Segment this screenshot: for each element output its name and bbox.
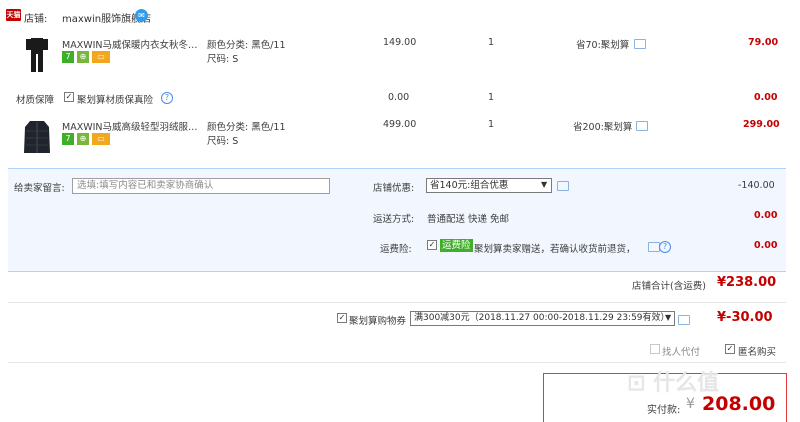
shipping-value: 普通配送 快递 免邮 xyxy=(427,214,510,225)
proxy-pay-checkbox[interactable] xyxy=(650,344,660,354)
service-badges: 7 ⊕ ▭ xyxy=(62,51,111,63)
chat-bubble-icon[interactable] xyxy=(634,39,646,49)
item-size: 尺码: S xyxy=(207,54,239,65)
insurance-row: 材质保障 ✓ 聚划算材质保真险 ? 0.00 1 0.00 xyxy=(8,88,786,108)
wangwang-chat-icon[interactable]: ✉ xyxy=(135,9,148,22)
insurance-qty: 1 xyxy=(488,92,495,103)
down-jacket-thumbnail[interactable] xyxy=(18,117,56,155)
item-price: 499.00 xyxy=(383,119,417,130)
insurance-checkbox[interactable]: ✓ xyxy=(64,92,74,102)
pay-currency: ¥ xyxy=(686,396,695,412)
coupon-amount: ¥-30.00 xyxy=(717,310,773,325)
seven-day-return-icon: 7 xyxy=(62,51,74,63)
service-badges: 7 ⊕ ▭ xyxy=(62,133,111,145)
freight-insurance-text: 聚划算卖家赠送，若确认收货前退货， xyxy=(474,244,636,255)
chat-bubble-icon[interactable] xyxy=(557,181,569,191)
item-size: 尺码: S xyxy=(207,136,239,147)
item-total: 79.00 xyxy=(748,37,779,48)
coupon-row: ✓ 聚划算购物券 满300减30元（2018.11.27 00:00-2018.… xyxy=(8,302,786,332)
anonymous-checkbox[interactable]: ✓ xyxy=(725,344,735,354)
shipping-amount: 0.00 xyxy=(754,210,778,221)
shop-discount-select[interactable]: 省140元:组合优惠 xyxy=(426,178,552,193)
shop-discount-value: 省140元:组合优惠 xyxy=(430,180,509,191)
help-icon[interactable]: ? xyxy=(659,241,671,253)
coupon-value: 满300减30元（2018.11.27 00:00-2018.11.29 23:… xyxy=(414,313,670,323)
shop-total-label: 店铺合计(含运费) xyxy=(632,281,706,292)
anonymous-label: 匿名购买 xyxy=(738,347,777,358)
freight-insurance-amount: 0.00 xyxy=(754,240,778,251)
credit-card-icon: ▭ xyxy=(92,51,111,63)
coupon-label: 聚划算购物券 xyxy=(349,316,407,327)
tmall-logo-icon: 天猫 xyxy=(6,9,21,21)
order-item-row: MAXWIN马威保暖内衣女秋冬薄... 7 ⊕ ▭ 颜色分类: 黑色/11 尺码… xyxy=(8,32,786,84)
chat-bubble-icon[interactable] xyxy=(678,315,690,325)
pay-label: 实付款: xyxy=(647,405,681,416)
proxy-pay-label: 找人代付 xyxy=(662,347,701,358)
order-options-panel: 给卖家留言: 选填:填写内容已和卖家协商确认 店铺优惠: 省140元:组合优惠 … xyxy=(8,168,786,272)
shop-discount-label: 店铺优惠: xyxy=(373,183,415,194)
item-qty: 1 xyxy=(488,119,495,130)
insurance-label: 材质保障 xyxy=(16,95,55,106)
pay-summary-box: ⊡ 什么值 实付款: ¥ 208.00 xyxy=(543,371,787,422)
insurance-price: 0.00 xyxy=(388,92,410,103)
dropdown-arrow-icon[interactable]: ▼ xyxy=(665,313,671,322)
coupon-select[interactable]: 满300减30元（2018.11.27 00:00-2018.11.29 23:… xyxy=(410,311,675,326)
item-total: 299.00 xyxy=(743,119,780,130)
item-price: 149.00 xyxy=(383,37,417,48)
insurance-total: 0.00 xyxy=(754,92,778,103)
item-title-link[interactable]: MAXWIN马威高级轻型羽绒服女... xyxy=(62,119,202,133)
guarantee-shield-icon: ⊕ xyxy=(77,51,90,63)
shop-discount-amount: -140.00 xyxy=(738,180,775,191)
dropdown-arrow-icon[interactable]: ▼ xyxy=(541,180,547,189)
order-item-row: MAXWIN马威高级轻型羽绒服女... 7 ⊕ ▭ 颜色分类: 黑色/11 尺码… xyxy=(8,114,786,166)
freight-insurance-label: 运费险: xyxy=(380,244,412,255)
thermal-underwear-thumbnail[interactable] xyxy=(18,35,56,73)
freight-insurance-checkbox[interactable]: ✓ xyxy=(427,240,437,250)
message-label: 给卖家留言: xyxy=(14,183,65,194)
item-qty: 1 xyxy=(488,37,495,48)
shop-total-amount: ¥238.00 xyxy=(717,275,777,290)
credit-card-icon: ▭ xyxy=(92,133,111,145)
seven-day-return-icon: 7 xyxy=(62,133,74,145)
item-color: 颜色分类: 黑色/11 xyxy=(207,122,286,133)
shop-label: 店铺: xyxy=(24,14,48,25)
seller-message-input[interactable]: 选填:填写内容已和卖家协商确认 xyxy=(72,178,330,194)
chat-bubble-icon[interactable] xyxy=(636,121,648,131)
coupon-checkbox[interactable]: ✓ xyxy=(337,313,347,323)
shipping-label: 运送方式: xyxy=(373,214,415,225)
insurance-option: 聚划算材质保真险 xyxy=(77,95,154,106)
item-saving: 省70:聚划算 xyxy=(576,40,630,51)
pay-amount: 208.00 xyxy=(702,393,776,415)
guarantee-shield-icon: ⊕ xyxy=(77,133,90,145)
freight-insurance-tag: 运费险 xyxy=(440,239,473,252)
help-icon[interactable]: ? xyxy=(161,92,173,104)
item-saving: 省200:聚划算 xyxy=(573,122,633,133)
item-color: 颜色分类: 黑色/11 xyxy=(207,40,286,51)
divider xyxy=(8,362,786,363)
shop-header: 天猫 店铺: maxwin服饰旗舰店 ✉ xyxy=(0,0,800,32)
item-title-link[interactable]: MAXWIN马威保暖内衣女秋冬薄... xyxy=(62,37,202,51)
